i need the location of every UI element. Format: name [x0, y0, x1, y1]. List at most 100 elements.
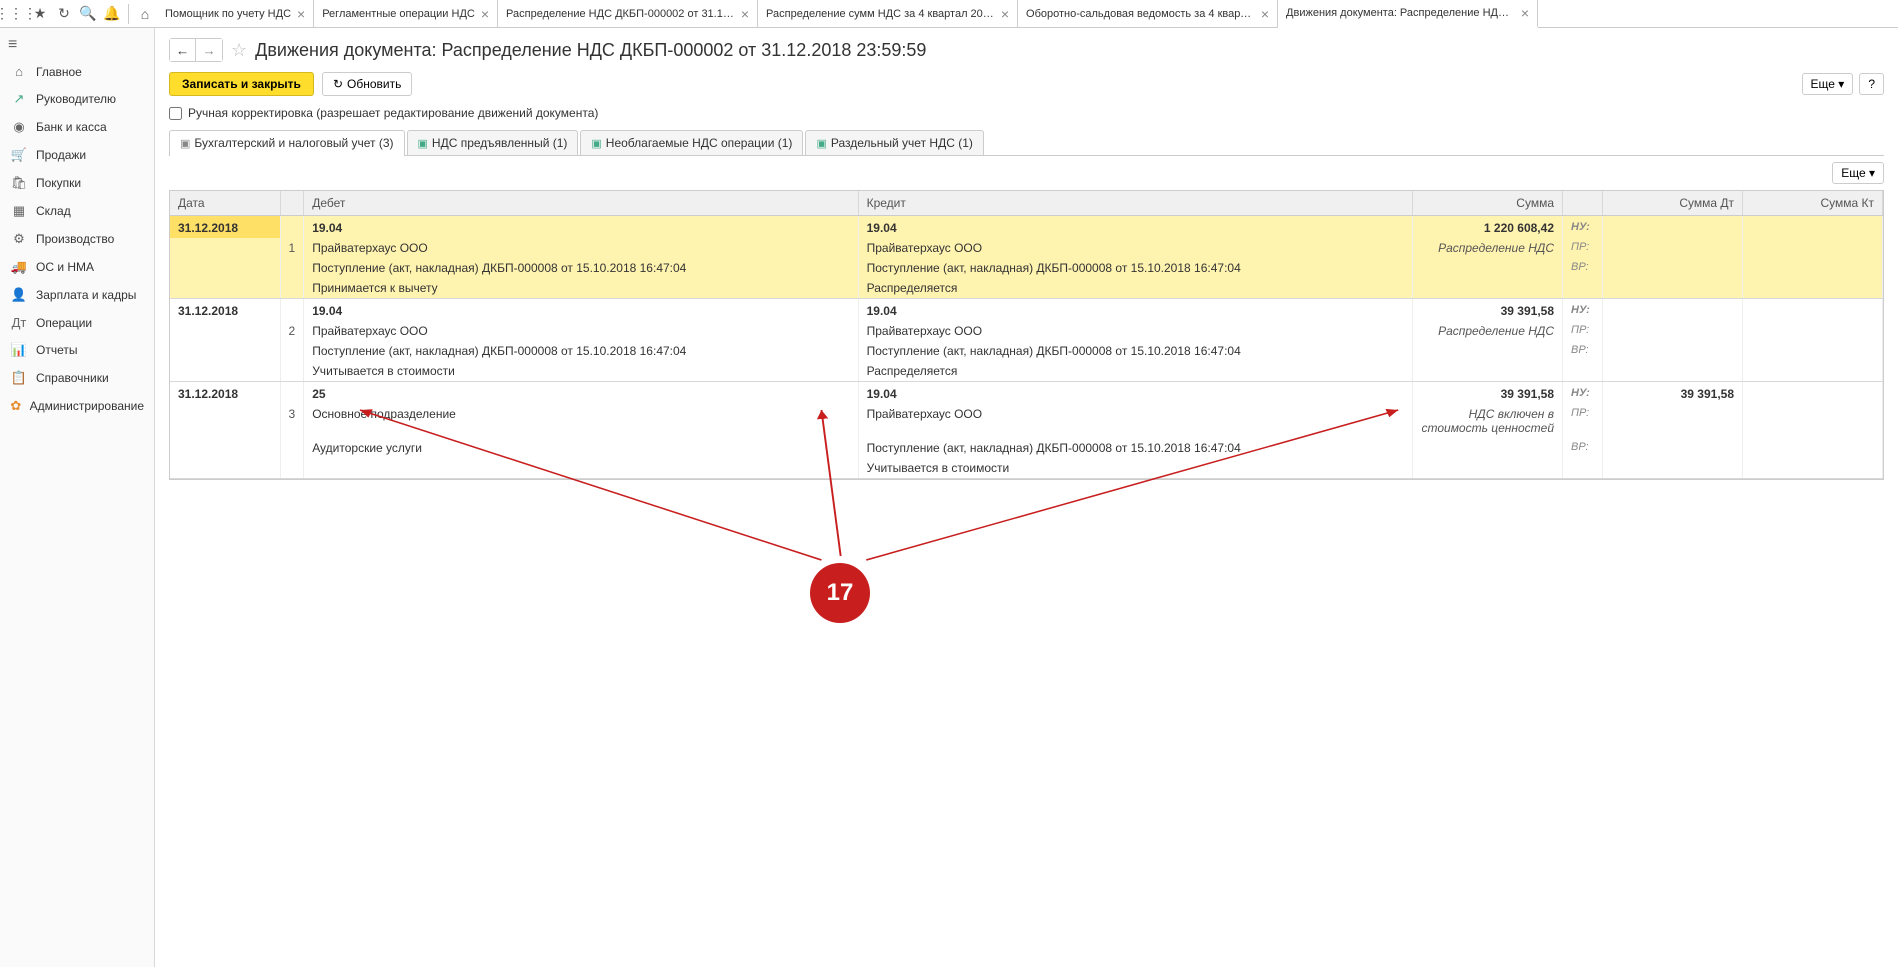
- credit-account: 19.04: [858, 382, 1412, 405]
- sidebar-item[interactable]: 📊Отчеты: [0, 336, 154, 364]
- history-icon[interactable]: ↻: [52, 2, 76, 26]
- tab-label: Оборотно-сальдовая ведомость за 4 кварта…: [1026, 8, 1255, 20]
- entry-detail-row[interactable]: Учитывается в стоимости: [170, 458, 1883, 478]
- currency-label: [1563, 361, 1603, 381]
- credit-detail: Поступление (акт, накладная) ДКБП-000008…: [858, 341, 1412, 361]
- sidebar-item[interactable]: ⚙Производство: [0, 225, 154, 253]
- inner-tab[interactable]: ▣Необлагаемые НДС операции (1): [580, 130, 803, 155]
- nav-forward-button[interactable]: →: [196, 39, 222, 61]
- refresh-button[interactable]: ↻ Обновить: [322, 72, 412, 96]
- manual-edit-row: Ручная корректировка (разрешает редактир…: [169, 106, 1884, 120]
- credit-detail: Распределяется: [858, 278, 1412, 298]
- top-toolbar: ⋮⋮⋮ ★ ↻ 🔍 🔔 ⌂ Помощник по учету НДС×Регл…: [0, 0, 1898, 28]
- column-header[interactable]: [1563, 191, 1603, 216]
- credit-account: 19.04: [858, 216, 1412, 239]
- divider: [128, 4, 129, 24]
- sidebar-item[interactable]: ДтОперации: [0, 309, 154, 336]
- credit-account: 19.04: [858, 299, 1412, 322]
- entry-detail-row[interactable]: Поступление (акт, накладная) ДКБП-000008…: [170, 258, 1883, 278]
- apps-icon[interactable]: ⋮⋮⋮: [4, 2, 28, 26]
- sidebar-label: Продажи: [36, 148, 86, 162]
- annotation-badge: 17: [810, 563, 870, 623]
- credit-detail: Прайватерхаус ООО: [858, 321, 1412, 341]
- app-tab[interactable]: Оборотно-сальдовая ведомость за 4 кварта…: [1018, 0, 1278, 28]
- search-icon[interactable]: 🔍: [76, 2, 100, 26]
- sidebar-icon: ▦: [10, 203, 28, 219]
- column-header[interactable]: Кредит: [858, 191, 1412, 216]
- accounting-grid: Дата ДебетКредитСумма Сумма ДтСумма Кт 31.…: [169, 190, 1884, 480]
- desc-cell: [1413, 258, 1563, 278]
- sidebar-item[interactable]: ▦ Склад: [0, 197, 154, 225]
- inner-tab-label: Раздельный учет НДС (1): [831, 136, 973, 150]
- tab-close-icon[interactable]: ×: [1001, 6, 1009, 22]
- sidebar-label: Склад: [36, 204, 71, 218]
- column-header[interactable]: Сумма Дт: [1603, 191, 1743, 216]
- entry-header-row[interactable]: 31.12.2018 19.04 19.04 39 391,58 НУ:: [170, 299, 1883, 322]
- hamburger-icon[interactable]: ≡: [0, 32, 154, 58]
- sidebar-label: Банк и касса: [36, 120, 107, 134]
- currency-label: НУ:: [1563, 216, 1603, 239]
- sidebar-item[interactable]: 🚚ОС и НМА: [0, 253, 154, 281]
- help-button[interactable]: ?: [1859, 73, 1884, 95]
- sidebar-icon: ↗: [10, 91, 28, 107]
- entry-header-row[interactable]: 31.12.2018 19.04 19.04 1 220 608,42 НУ:: [170, 216, 1883, 239]
- app-tab[interactable]: Распределение сумм НДС за 4 квартал 201.…: [758, 0, 1018, 28]
- tab-close-icon[interactable]: ×: [741, 6, 749, 22]
- tab-close-icon[interactable]: ×: [1521, 5, 1529, 21]
- inner-tab-label: Бухгалтерский и налоговый учет (3): [194, 136, 393, 150]
- credit-detail: Учитывается в стоимости: [858, 458, 1412, 478]
- sidebar-item[interactable]: 🛍Покупки: [0, 169, 154, 197]
- sidebar-item[interactable]: ↗Руководителю: [0, 85, 154, 113]
- inner-tab[interactable]: ▣ Бухгалтерский и налоговый учет (3): [169, 130, 405, 155]
- app-tab[interactable]: Помощник по учету НДС×: [157, 0, 314, 28]
- tab-label: Распределение НДС ДКБП-000002 от 31.12..…: [506, 8, 735, 20]
- sidebar-icon: Дт: [10, 315, 28, 330]
- sidebar-item[interactable]: ◉Банк и касса: [0, 113, 154, 141]
- currency-label: [1563, 278, 1603, 298]
- date-cell: 31.12.2018: [170, 299, 280, 322]
- entry-header-row[interactable]: 31.12.2018 25 19.04 39 391,58 НУ: 39 391…: [170, 382, 1883, 405]
- bell-icon[interactable]: 🔔: [100, 2, 124, 26]
- column-header[interactable]: Дебет: [304, 191, 858, 216]
- entry-detail-row[interactable]: Принимается к вычету Распределяется: [170, 278, 1883, 298]
- column-header[interactable]: Дата: [170, 191, 280, 216]
- star-icon[interactable]: ★: [28, 2, 52, 26]
- tab-close-icon[interactable]: ×: [1261, 6, 1269, 22]
- sum-cell: 39 391,58: [1413, 382, 1563, 405]
- sidebar-item[interactable]: 👤Зарплата и кадры: [0, 281, 154, 309]
- manual-edit-checkbox[interactable]: [169, 107, 182, 120]
- column-header[interactable]: Сумма Кт: [1743, 191, 1883, 216]
- inner-tab[interactable]: ▣Раздельный учет НДС (1): [805, 130, 983, 155]
- entry-detail-row[interactable]: 3 Основное подразделение Прайватерхаус О…: [170, 404, 1883, 438]
- annotation-number: 17: [827, 579, 854, 607]
- sidebar-item[interactable]: ⌂Главное: [0, 58, 154, 85]
- sidebar-item[interactable]: 📋Справочники: [0, 364, 154, 392]
- tab-close-icon[interactable]: ×: [297, 6, 305, 22]
- inner-tab-icon: ▣: [180, 137, 190, 150]
- entry-detail-row[interactable]: Поступление (акт, накладная) ДКБП-000008…: [170, 341, 1883, 361]
- save-close-button[interactable]: Записать и закрыть: [169, 72, 314, 96]
- credit-detail: Прайватерхаус ООО: [858, 404, 1412, 438]
- favorite-icon[interactable]: ☆: [231, 40, 247, 61]
- sidebar-item[interactable]: 🛒Продажи: [0, 141, 154, 169]
- app-tab[interactable]: Движения документа: Распределение НДС ..…: [1278, 0, 1538, 28]
- entry-detail-row[interactable]: 2 Прайватерхаус ООО Прайватерхаус ООО Ра…: [170, 321, 1883, 341]
- credit-detail: Поступление (акт, накладная) ДКБП-000008…: [858, 258, 1412, 278]
- more-button[interactable]: Еще ▾: [1802, 73, 1854, 95]
- table-more-button[interactable]: Еще ▾: [1832, 162, 1884, 184]
- inner-tab[interactable]: ▣НДС предъявленный (1): [407, 130, 579, 155]
- app-tab[interactable]: Регламентные операции НДС×: [314, 0, 498, 28]
- column-header[interactable]: Сумма: [1413, 191, 1563, 216]
- entry-detail-row[interactable]: Учитывается в стоимости Распределяется: [170, 361, 1883, 381]
- entry-detail-row[interactable]: Аудиторские услуги Поступление (акт, нак…: [170, 438, 1883, 458]
- app-tab[interactable]: Распределение НДС ДКБП-000002 от 31.12..…: [498, 0, 758, 28]
- currency-label: ВР:: [1563, 258, 1603, 278]
- debit-account: 19.04: [304, 216, 858, 239]
- entry-detail-row[interactable]: 1 Прайватерхаус ООО Прайватерхаус ООО Ра…: [170, 238, 1883, 258]
- sidebar-label: Покупки: [36, 176, 81, 190]
- nav-back-button[interactable]: ←: [170, 39, 196, 61]
- home-icon[interactable]: ⌂: [133, 2, 157, 26]
- date-cell: 31.12.2018: [170, 382, 280, 405]
- sidebar-item[interactable]: ✿Администрирование: [0, 392, 154, 420]
- tab-close-icon[interactable]: ×: [481, 6, 489, 22]
